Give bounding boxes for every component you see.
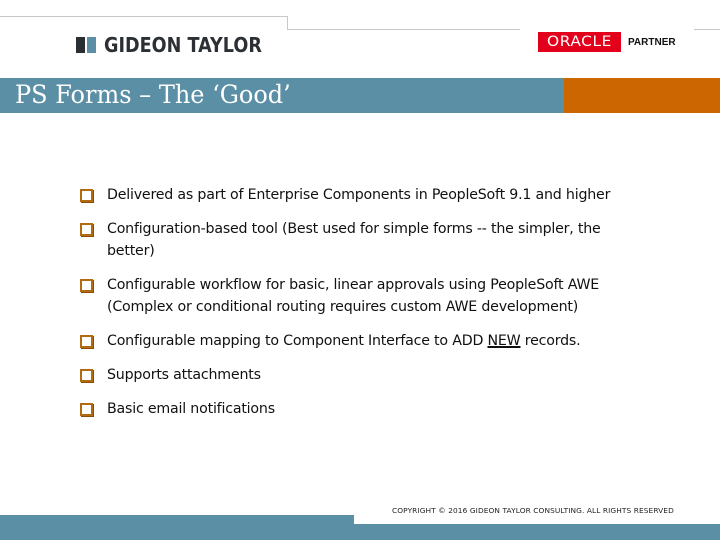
bullet-text: Configurable workflow for basic, linear … xyxy=(107,277,600,315)
logo-square-blue xyxy=(87,37,96,53)
company-name: GIDEON TAYLOR xyxy=(104,33,262,57)
bullet-item: Delivered as part of Enterprise Componen… xyxy=(80,184,650,206)
header-divider-line-right xyxy=(694,29,720,30)
bullet-item: Configurable workflow for basic, linear … xyxy=(80,274,650,318)
gideon-taylor-logo-mark-icon xyxy=(76,37,96,53)
bullet-text: Configuration-based tool (Best used for … xyxy=(107,221,601,259)
bullet-emphasis-new: NEW xyxy=(487,333,521,349)
bullet-item: Supports attachments xyxy=(80,364,650,386)
copyright-notice: COPYRIGHT © 2016 GIDEON TAYLOR CONSULTIN… xyxy=(392,506,674,515)
bullet-text-post: records. xyxy=(520,333,581,349)
bullet-list: Delivered as part of Enterprise Componen… xyxy=(80,184,650,420)
footer-bar-left xyxy=(0,515,354,540)
bullet-item: Configurable mapping to Component Interf… xyxy=(80,330,650,352)
header-divider-line xyxy=(0,16,288,17)
bullet-text: Delivered as part of Enterprise Componen… xyxy=(107,187,611,203)
gideon-taylor-logo: GIDEON TAYLOR xyxy=(76,33,283,57)
partner-label: PARTNER xyxy=(628,36,676,48)
checkbox-square-icon xyxy=(80,279,93,292)
oracle-partner-logo: ORACLE PARTNER xyxy=(538,32,676,52)
slide-title: PS Forms – The ‘Good’ xyxy=(15,80,291,109)
footer-bar-right xyxy=(354,524,720,540)
bullet-item: Configuration-based tool (Best used for … xyxy=(80,218,650,262)
header-divider-line-mid xyxy=(287,29,520,30)
checkbox-square-icon xyxy=(80,189,93,202)
oracle-brand-text: ORACLE xyxy=(547,34,612,50)
logo-square-dark xyxy=(76,37,85,53)
bullet-text: Basic email notifications xyxy=(107,401,275,417)
title-accent-block xyxy=(564,78,720,113)
checkbox-square-icon xyxy=(80,369,93,382)
bullet-text: Supports attachments xyxy=(107,367,261,383)
checkbox-square-icon xyxy=(80,223,93,236)
checkbox-square-icon xyxy=(80,335,93,348)
bullet-text-pre: Configurable mapping to Component Interf… xyxy=(107,333,488,349)
checkbox-square-icon xyxy=(80,403,93,416)
header-divider-step xyxy=(287,16,288,30)
bullet-item: Basic email notifications xyxy=(80,398,650,420)
oracle-brand-box: ORACLE xyxy=(538,32,621,52)
